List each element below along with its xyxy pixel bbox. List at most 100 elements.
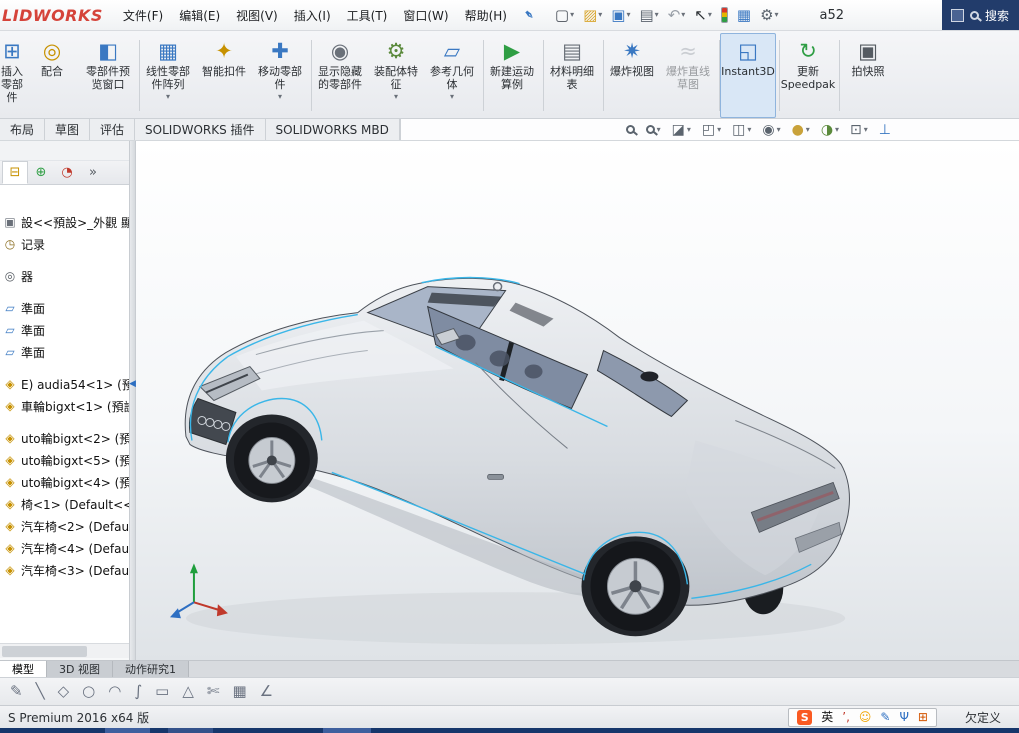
zoom-area-icon[interactable]: ▾ [646,125,661,134]
undo-icon[interactable]: ↶ ▾ [665,6,689,25]
ribbon-button[interactable]: ✚ 移动零部件 ▾ [252,33,308,118]
viewport-3d[interactable] [136,141,1019,660]
panel-chevron-icon[interactable]: » [80,161,106,184]
pencil-tool-icon[interactable]: ✎ [10,684,23,699]
taskbar-window-button[interactable] [323,728,371,733]
tree-item[interactable]: ▱ 準面 [0,297,129,319]
tree-item[interactable]: ◈ 汽车椅<4> (Default<<De [0,537,129,559]
ribbon-button[interactable]: ↻ 更新 Speedpak ▾ [780,33,836,118]
ribbon-button[interactable]: ⚙ 装配体特征 ▾ [368,33,424,118]
menu-item[interactable]: 文件(F) [115,0,171,30]
view-tab[interactable]: 3D 视图 [47,661,113,677]
ribbon-button[interactable]: ▦ 线性零部件阵列 ▾ [140,33,196,118]
line-tool-icon[interactable]: ╲ [36,684,45,699]
tree-item[interactable]: ◈ 汽车椅<2> (Default<<De [0,515,129,537]
tree-item[interactable]: ◎ 器 [0,265,129,287]
arc-tool-icon[interactable]: ◠ [108,684,121,699]
panel-splitter[interactable]: ◀ [129,141,136,660]
command-tab[interactable]: SOLIDWORKS 插件 [135,119,265,140]
new-document-icon[interactable]: ▢ ▾ [552,6,577,25]
search-scope-icon[interactable] [951,9,964,22]
rhombus-tool-icon[interactable]: ◇ [58,684,70,699]
tree-item[interactable]: ◈ 椅<1> (Default<<Defau [0,493,129,515]
menu-item[interactable]: 窗口(W) [395,0,456,30]
ribbon-button[interactable]: ✷ 爆炸视图 ▾ [604,33,660,118]
select-arrow-icon[interactable]: ↖ ▾ [691,6,715,25]
displaymanager-tab[interactable]: ◔ [54,161,80,184]
menu-item[interactable]: 插入(I) [286,0,339,30]
apply-scene-icon[interactable]: ◑ ▾ [821,123,839,137]
tree-item[interactable]: ◈ uto輪bigxt<4> (預設<< [0,471,129,493]
ime-pen-icon[interactable]: ✎ [880,711,890,723]
edit-appearance-icon[interactable]: ● ▾ [792,123,810,137]
ribbon-button[interactable]: ▣ 拍快照 ▾ [840,33,896,118]
save-icon[interactable]: ▣ ▾ [608,6,633,25]
task-pane-icon[interactable]: ▦ ▾ [734,6,754,25]
dimension-tool-icon[interactable]: ∠ [260,684,273,699]
ribbon-button-label: 零部件预览窗口 [83,66,133,92]
ribbon-button[interactable]: ◎ 配合 ▾ [24,33,80,118]
tree-item[interactable]: ◈ uto輪bigxt<5> (預設<< [0,449,129,471]
ribbon-button[interactable]: ◱ Instant3D ▾ [720,33,776,118]
ribbon-button[interactable]: ✦ 智能扣件 ▾ [196,33,252,118]
taskbar-window-button[interactable] [168,728,213,733]
hide-show-items-icon[interactable]: ◉ ▾ [762,123,780,137]
traffic-light-icon[interactable]: ▾ [718,5,731,25]
circle-tool-icon[interactable]: ○ [82,684,95,699]
collapse-panel-icon[interactable]: ◀ [129,379,136,660]
ribbon-button[interactable]: ≈ 爆炸直线草图 ▾ [660,33,716,118]
command-tab[interactable]: SOLIDWORKS MBD [266,119,400,140]
open-icon[interactable]: ▨ ▾ [580,6,605,25]
rectangle-tool-icon[interactable]: ▭ [155,684,169,699]
featuremanager-tab[interactable]: ⊟ [2,161,28,184]
ime-toolbox-icon[interactable]: ⊞ [918,711,928,723]
reference-axis-icon[interactable]: ⊥ ▾ [879,123,891,137]
options-gear-icon[interactable]: ⚙ ▾ [757,6,781,25]
ime-language-label[interactable]: 英 [821,711,833,723]
ime-emoji-icon[interactable]: ☺ [859,711,872,723]
section-view-icon[interactable]: ◪ ▾ [672,123,691,137]
polygon-tool-icon[interactable]: △ [182,684,194,699]
scrollbar-thumb[interactable] [2,646,87,657]
zoom-fit-icon[interactable]: ▾ [626,125,635,134]
tree-item[interactable]: ▣ 設<<預設>_外觀 顯示狀 [0,211,129,233]
pattern-tool-icon[interactable]: ▦ [232,684,246,699]
trim-tool-icon[interactable]: ✄ [207,684,220,699]
tree-item[interactable]: ▱ 準面 [0,319,129,341]
command-tab[interactable]: 布局 [0,119,45,140]
command-tab[interactable]: 评估 [90,119,135,140]
menu-bar: LIDWORKS 文件(F) 编辑(E) 视图(V) 插入(I) 工具(T) 窗… [0,0,1019,31]
view-tab[interactable]: 动作研究1 [113,661,189,677]
pin-icon[interactable]: ✒ [519,6,537,24]
menu-item[interactable]: 编辑(E) [171,0,228,30]
ime-punctuation-label[interactable]: ’, [842,711,850,723]
taskbar-window-button[interactable] [105,728,150,733]
tree-item[interactable]: ▱ 準面 [0,341,129,363]
tree-item[interactable]: ◈ uto輪bigxt<2> (預設<< [0,427,129,449]
spline-tool-icon[interactable]: ∫ [134,684,142,699]
view-settings-icon[interactable]: ⊡ ▾ [850,123,868,137]
view-tab[interactable]: 模型 [0,661,47,677]
tree-item[interactable]: ◷ 记录 [0,233,129,255]
ribbon-button[interactable]: ▤ 材料明细表 ▾ [544,33,600,118]
search-box[interactable]: 搜索 [942,0,1019,30]
ribbon-button[interactable]: ▱ 参考几何体 ▾ [424,33,480,118]
tree-item[interactable]: ◈ E) audia54<1> (預設<< [0,373,129,395]
propertymanager-tab[interactable]: ⊕ [28,161,54,184]
display-style-icon[interactable]: ◫ ▾ [732,123,751,137]
ribbon-button[interactable]: ⊞ 插入零部件 ▾ [0,33,24,118]
tree-horizontal-scrollbar[interactable] [0,643,129,658]
sogou-logo-icon[interactable]: S [797,710,812,725]
tree-item[interactable]: ◈ 汽车椅<3> (Default<<De [0,559,129,581]
menu-item[interactable]: 帮助(H) [457,0,515,30]
menu-item[interactable]: 工具(T) [339,0,396,30]
tree-item[interactable]: ◈ 車輪bigxt<1> (預設<<預 [0,395,129,417]
menu-item[interactable]: 视图(V) [228,0,286,30]
print-icon[interactable]: ▤ ▾ [636,6,661,25]
mic-icon[interactable]: Ψ [899,711,908,723]
view-orientation-icon[interactable]: ◰ ▾ [702,123,721,137]
ribbon-button[interactable]: ▶ 新建运动算例 ▾ [484,33,540,118]
command-tab[interactable]: 草图 [45,119,90,140]
ribbon-button[interactable]: ◧ 零部件预览窗口 ▾ [80,33,136,118]
ribbon-button[interactable]: ◉ 显示隐藏的零部件 ▾ [312,33,368,118]
